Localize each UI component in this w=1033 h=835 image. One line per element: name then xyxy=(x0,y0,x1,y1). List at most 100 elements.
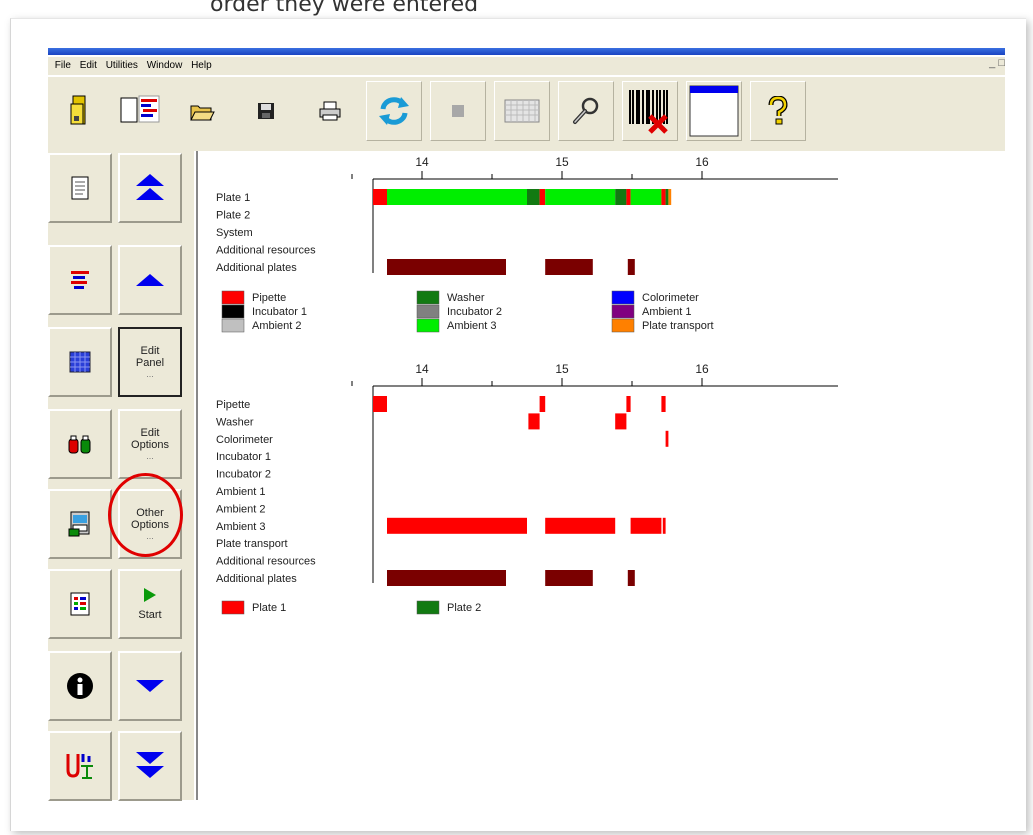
bar-additional-plates xyxy=(545,570,593,586)
row-label-pipette: Pipette xyxy=(216,399,250,411)
start-button[interactable]: Start xyxy=(118,569,182,639)
row-label-additional-resources: Additional resources xyxy=(216,245,316,257)
open-folder-icon xyxy=(190,105,215,121)
bar-colorimeter xyxy=(665,430,669,447)
plate-layout-icon xyxy=(71,271,89,289)
tick-label-16: 16 xyxy=(695,362,709,376)
barcode-icon xyxy=(629,90,668,134)
wrench-icon-button[interactable] xyxy=(558,81,614,141)
stop-icon-button[interactable] xyxy=(430,81,486,141)
protocol-icon xyxy=(68,511,90,537)
bar-additional-plates xyxy=(387,259,506,275)
legend-swatch-ambient-1 xyxy=(611,304,635,319)
legend-label-plate-1: Plate 1 xyxy=(252,602,286,614)
bar-pipette xyxy=(661,396,666,412)
legend-label-ambient-2: Ambient 2 xyxy=(252,320,302,332)
scroll-bottom-button[interactable] xyxy=(118,731,182,801)
window-icon-button[interactable] xyxy=(686,81,742,141)
bar-pipette xyxy=(373,396,387,412)
grid-icon-button[interactable] xyxy=(494,81,550,141)
protocol-button[interactable] xyxy=(48,489,112,559)
open-folder-icon-button[interactable] xyxy=(174,81,230,141)
menu-utilities[interactable]: Utilities xyxy=(106,57,138,75)
print-icon-button[interactable] xyxy=(302,81,358,141)
bar-plate-transport xyxy=(668,189,672,205)
legend-swatch-incubator-1 xyxy=(221,304,245,319)
help-icon xyxy=(768,96,788,125)
row-label-additional-plates: Additional plates xyxy=(216,262,297,274)
barcode-icon-button[interactable] xyxy=(622,81,678,141)
caption-text: order they were entered xyxy=(210,0,479,17)
scroll-top-button[interactable] xyxy=(118,153,182,223)
menu-bar: File Edit Utilities Window Help _ □ xyxy=(48,57,1005,75)
edit-panel-button[interactable]: Edit Panel ... xyxy=(118,327,182,397)
refresh-icon xyxy=(379,97,409,125)
legend-swatch-washer xyxy=(416,290,440,305)
bar-ambient-3 xyxy=(662,517,666,534)
info-icon xyxy=(67,673,93,699)
row-label-colorimeter: Colorimeter xyxy=(216,434,273,446)
schedule-view: 14 15 16 Plate 1 Plate 2 System Additional res… xyxy=(196,151,1007,800)
edit-options-label: Edit Options xyxy=(131,427,169,451)
edit-panel-ellipsis: ... xyxy=(146,369,154,379)
report-button[interactable] xyxy=(48,569,112,639)
stop-icon xyxy=(452,105,464,117)
scroll-up-button[interactable] xyxy=(118,245,182,315)
reagent-bottles-icon xyxy=(68,435,91,454)
save-icon-button[interactable] xyxy=(238,81,294,141)
tray-icon-button[interactable] xyxy=(52,81,108,141)
row-label-incubator-1: Incubator 1 xyxy=(216,451,271,463)
legend-label-colorimeter: Colorimeter xyxy=(642,292,699,304)
bar-pipette xyxy=(539,396,546,412)
bar-additional-plates xyxy=(387,570,506,586)
schedule-chart-by-plate: 14 15 16 Plate 1 Plate 2 System Additional res… xyxy=(216,155,838,333)
legend-swatch-plate-1 xyxy=(221,600,245,615)
legend-label-incubator-2: Incubator 2 xyxy=(447,306,502,318)
bar-ambient-3 xyxy=(545,517,616,534)
document-button[interactable] xyxy=(48,153,112,223)
legend-label-ambient-1: Ambient 1 xyxy=(642,306,692,318)
legend-swatch-colorimeter xyxy=(611,290,635,305)
row-label-additional-resources: Additional resources xyxy=(216,556,316,568)
edit-panel-label: Edit Panel xyxy=(135,345,165,369)
edit-options-ellipsis: ... xyxy=(146,451,154,461)
instrument-button[interactable] xyxy=(48,731,112,801)
plate-grid-button[interactable] xyxy=(48,327,112,397)
bar-washer xyxy=(615,413,627,430)
tick-label-14: 14 xyxy=(415,155,429,169)
legend-label-incubator-1: Incubator 1 xyxy=(252,306,307,318)
grid-icon xyxy=(504,99,540,123)
row-label-incubator-2: Incubator 2 xyxy=(216,469,271,481)
bar-pipette xyxy=(661,189,666,205)
bar-ambient-3 xyxy=(630,189,662,205)
row-label-ambient-2: Ambient 2 xyxy=(216,503,266,515)
new-file-icon-button[interactable] xyxy=(112,81,168,141)
menu-file[interactable]: File xyxy=(55,57,71,75)
bar-ambient-3 xyxy=(387,517,527,534)
window-controls[interactable]: _ □ xyxy=(989,57,1005,69)
row-label-washer: Washer xyxy=(216,416,254,428)
row-label-plate-transport: Plate transport xyxy=(216,538,288,550)
bar-washer xyxy=(615,189,627,205)
row-label-ambient-1: Ambient 1 xyxy=(216,486,266,498)
refresh-icon-button[interactable] xyxy=(366,81,422,141)
menu-help[interactable]: Help xyxy=(191,57,212,75)
chevron-up-icon xyxy=(136,274,164,286)
play-icon xyxy=(144,588,156,602)
scroll-down-button[interactable] xyxy=(118,651,182,721)
edit-options-button[interactable]: Edit Options ... xyxy=(118,409,182,479)
legend-label-plate-2: Plate 2 xyxy=(447,602,481,614)
bar-additional-plates xyxy=(627,259,635,275)
bar-washer xyxy=(527,189,540,205)
row-label-ambient-3: Ambient 3 xyxy=(216,521,266,533)
plate-layout-button[interactable] xyxy=(48,245,112,315)
tray-icon xyxy=(70,95,86,125)
info-button[interactable] xyxy=(48,651,112,721)
menu-edit[interactable]: Edit xyxy=(80,57,97,75)
row-label-plate-2: Plate 2 xyxy=(216,210,250,222)
menu-window[interactable]: Window xyxy=(147,57,183,75)
tick-label-14: 14 xyxy=(415,362,429,376)
legend-swatch-ambient-2 xyxy=(221,318,245,333)
reagents-button[interactable] xyxy=(48,409,112,479)
help-icon-button[interactable] xyxy=(750,81,806,141)
